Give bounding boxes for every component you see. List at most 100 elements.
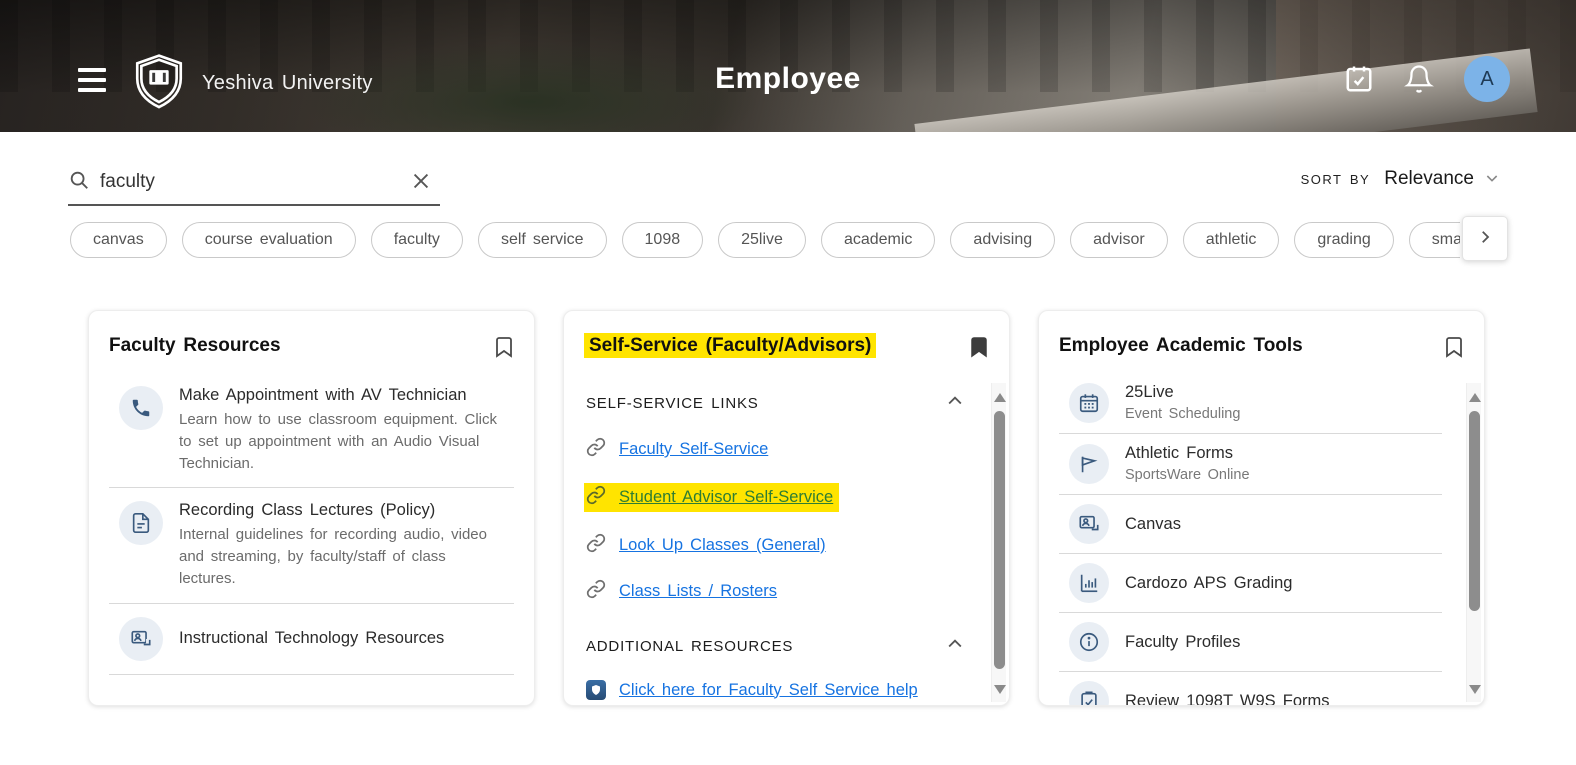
card-title: Faculty Resources: [109, 335, 281, 357]
link-icon: [586, 533, 606, 558]
scroll-up-arrow[interactable]: [994, 393, 1006, 402]
item-description: Learn how to use classroom equipment. Cl…: [179, 409, 506, 474]
document-icon: [119, 501, 163, 545]
chevron-up-icon: [945, 391, 965, 416]
clipboard-check-icon: [1069, 681, 1109, 706]
item-title: Athletic Forms: [1125, 444, 1434, 463]
chip-25live[interactable]: 25live: [718, 222, 806, 258]
link-label[interactable]: Class Lists / Rosters: [619, 582, 777, 601]
list-item-faculty-profiles[interactable]: Faculty Profiles: [1059, 613, 1442, 672]
list-item-recording-lectures[interactable]: Recording Class Lectures (Policy) Intern…: [109, 488, 514, 603]
phone-icon: [119, 386, 163, 430]
card-faculty-resources: Faculty Resources Make Appointment with …: [88, 310, 535, 706]
bell-icon[interactable]: [1404, 64, 1434, 94]
sort-dropdown[interactable]: Relevance: [1384, 168, 1500, 190]
item-title: Recording Class Lectures (Policy): [179, 501, 506, 520]
sort-value: Relevance: [1384, 168, 1474, 190]
yu-app-icon: [586, 680, 606, 700]
chevron-down-icon: [1484, 170, 1500, 189]
chip-advising[interactable]: advising: [950, 222, 1055, 258]
link-class-lists-rosters[interactable]: Class Lists / Rosters: [586, 579, 965, 604]
flag-icon: [1069, 444, 1109, 484]
scroll-up-arrow[interactable]: [1469, 393, 1481, 402]
sort-by: SORT BY Relevance: [1301, 168, 1500, 190]
scroll-down-arrow[interactable]: [994, 685, 1006, 694]
link-icon: [586, 437, 606, 462]
filter-chips-row: canvas course evaluation faculty self se…: [0, 216, 1576, 266]
link-label[interactable]: Look Up Classes (General): [619, 536, 826, 555]
chip-canvas[interactable]: canvas: [70, 222, 167, 258]
link-look-up-classes[interactable]: Look Up Classes (General): [586, 533, 965, 558]
bookmark-icon[interactable]: [1442, 335, 1466, 359]
list-item-athletic-forms[interactable]: Athletic Forms SportsWare Online: [1059, 434, 1442, 495]
chip-smarteval[interactable]: smarteval: [1409, 222, 1460, 258]
chip-academic[interactable]: academic: [821, 222, 935, 258]
chip-1098[interactable]: 1098: [622, 222, 704, 258]
link-student-advisor-self-service-highlighted[interactable]: Student Advisor Self-Service: [584, 483, 839, 512]
item-subtitle: SportsWare Online: [1125, 467, 1434, 483]
scrollbar-thumb[interactable]: [1469, 411, 1480, 611]
search-sort-row: SORT BY Relevance: [0, 132, 1576, 224]
list-item-25live[interactable]: 25Live Event Scheduling: [1059, 373, 1442, 434]
info-icon: [1069, 622, 1109, 662]
item-title: Cardozo APS Grading: [1125, 574, 1434, 593]
scrollbar[interactable]: [1466, 383, 1481, 702]
item-title: Canvas: [1125, 515, 1434, 534]
scroll-down-arrow[interactable]: [1469, 685, 1481, 694]
person-screen-icon: [1069, 504, 1109, 544]
item-title: Instructional Technology Resources: [179, 629, 506, 648]
item-title: Review 1098T W9S Forms: [1125, 692, 1434, 707]
search-input[interactable]: [100, 171, 408, 193]
link-faculty-self-service[interactable]: Faculty Self-Service: [586, 437, 965, 462]
chevron-right-icon: [1476, 228, 1494, 249]
list-item-canvas[interactable]: Canvas: [1059, 495, 1442, 554]
chip-grading[interactable]: grading: [1294, 222, 1393, 258]
calendar-check-icon[interactable]: [1344, 64, 1374, 94]
search-icon: [68, 169, 90, 196]
section-heading: SELF-SERVICE LINKS: [586, 395, 759, 412]
person-screen-icon: [119, 617, 163, 661]
chips-strip: canvas course evaluation faculty self se…: [70, 220, 1460, 262]
list-item-av-technician[interactable]: Make Appointment with AV Technician Lear…: [109, 373, 514, 488]
scrollbar[interactable]: [991, 383, 1006, 702]
clear-icon[interactable]: [408, 169, 434, 195]
link-icon: [586, 579, 606, 604]
list-item-review-1098t-w9s-forms[interactable]: Review 1098T W9S Forms: [1059, 672, 1442, 706]
chevron-up-icon: [945, 634, 965, 659]
header-banner: Yeshiva University Employee A: [0, 0, 1576, 132]
card-self-service-faculty-advisors: Self-Service (Faculty/Advisors) SELF-SER…: [563, 310, 1010, 706]
link-label[interactable]: Faculty Self-Service: [619, 440, 768, 459]
bookmark-icon[interactable]: [492, 335, 516, 359]
chip-athletic[interactable]: athletic: [1183, 222, 1280, 258]
bar-chart-icon: [1069, 563, 1109, 603]
avatar[interactable]: A: [1464, 56, 1510, 102]
chip-faculty[interactable]: faculty: [371, 222, 463, 258]
chip-advisor[interactable]: advisor: [1070, 222, 1168, 258]
link-label[interactable]: Click here for Faculty Self Service help: [619, 681, 918, 700]
card-employee-academic-tools: Employee Academic Tools 25Live Event Sch…: [1038, 310, 1485, 706]
item-title: 25Live: [1125, 383, 1434, 402]
card-title: Employee Academic Tools: [1059, 335, 1303, 357]
chips-next-button[interactable]: [1462, 216, 1508, 261]
item-title: Make Appointment with AV Technician: [179, 386, 506, 405]
calendar-icon: [1069, 383, 1109, 423]
item-description: Internal guidelines for recording audio,…: [179, 524, 506, 589]
scrollbar-thumb[interactable]: [994, 411, 1005, 669]
item-title: Faculty Profiles: [1125, 633, 1434, 652]
chip-self-service[interactable]: self service: [478, 222, 607, 258]
section-heading: ADDITIONAL RESOURCES: [586, 638, 793, 655]
section-self-service-links[interactable]: SELF-SERVICE LINKS: [586, 391, 965, 416]
card-title-highlighted: Self-Service (Faculty/Advisors): [584, 333, 876, 358]
search-box: [68, 160, 440, 206]
item-subtitle: Event Scheduling: [1125, 406, 1434, 422]
link-faculty-self-service-help[interactable]: Click here for Faculty Self Service help: [586, 680, 965, 700]
list-item-instructional-tech[interactable]: Instructional Technology Resources: [109, 604, 514, 675]
sort-by-label: SORT BY: [1301, 172, 1371, 187]
bookmark-filled-icon[interactable]: [967, 335, 991, 359]
list-item-cardozo-aps-grading[interactable]: Cardozo APS Grading: [1059, 554, 1442, 613]
chip-course-evaluation[interactable]: course evaluation: [182, 222, 356, 258]
link-icon: [586, 485, 606, 510]
section-additional-resources[interactable]: ADDITIONAL RESOURCES: [586, 634, 965, 659]
link-label[interactable]: Student Advisor Self-Service: [619, 488, 833, 507]
page-title: Employee: [0, 62, 1576, 96]
